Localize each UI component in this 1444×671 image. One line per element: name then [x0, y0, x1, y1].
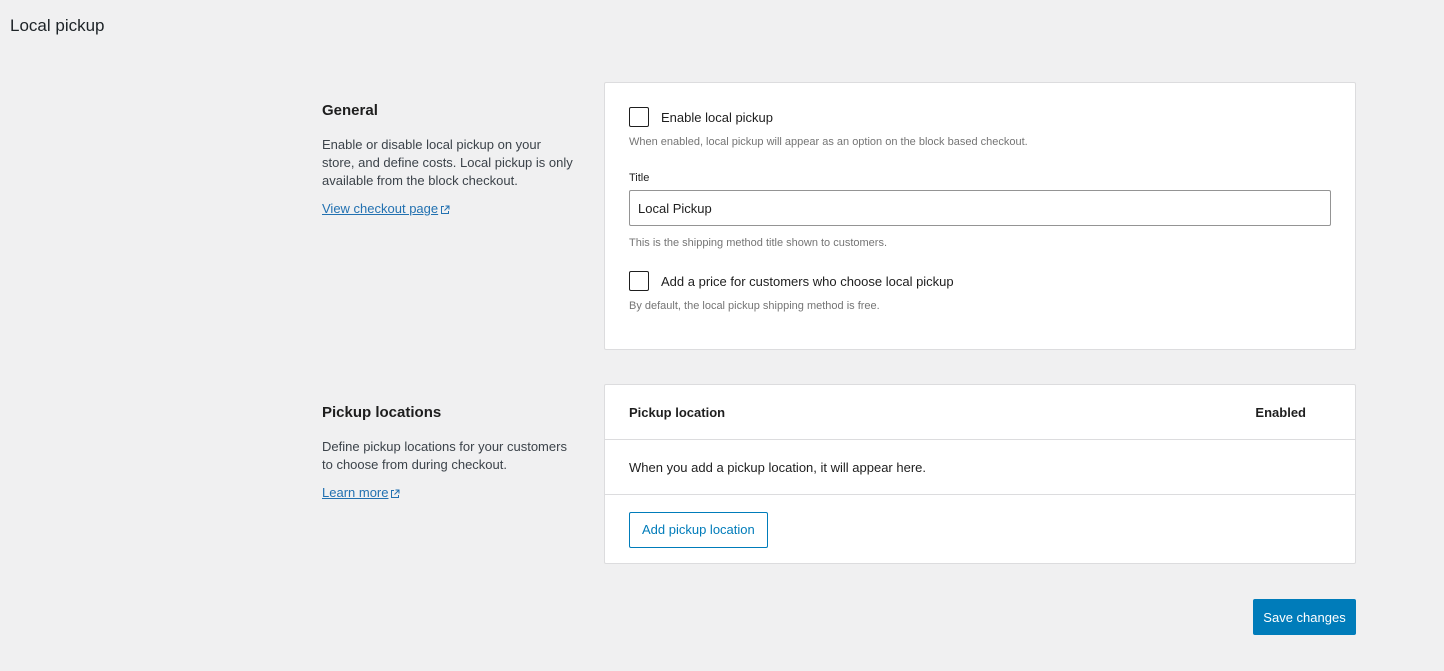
general-description: Enable or disable local pickup on your s…: [322, 137, 573, 188]
title-input[interactable]: [629, 190, 1331, 226]
locations-section-info: Pickup locations Define pickup locations…: [322, 404, 577, 502]
view-checkout-page-label: View checkout page: [322, 201, 439, 216]
add-price-label: Add a price for customers who choose loc…: [661, 273, 954, 289]
column-header-enabled: Enabled: [1255, 404, 1306, 420]
enable-local-pickup-checkbox[interactable]: [629, 107, 649, 127]
enable-local-pickup-help: When enabled, local pickup will appear a…: [629, 136, 1028, 148]
locations-table-header: Pickup location Enabled: [605, 385, 1355, 440]
add-price-checkbox[interactable]: [629, 271, 649, 291]
pickup-locations-card: Pickup location Enabled When you add a p…: [604, 384, 1356, 564]
general-heading: General: [322, 102, 378, 119]
add-price-row: Add a price for customers who choose loc…: [629, 271, 1331, 291]
enable-local-pickup-label: Enable local pickup: [661, 109, 774, 125]
title-help: This is the shipping method title shown …: [629, 237, 888, 249]
add-pickup-location-button[interactable]: Add pickup location: [629, 511, 768, 548]
general-settings-card: Enable local pickup When enabled, local …: [604, 82, 1356, 350]
locations-heading: Pickup locations: [322, 404, 442, 421]
locations-empty-state: When you add a pickup location, it will …: [605, 440, 1355, 495]
locations-description: Define pickup locations for your custome…: [322, 439, 567, 472]
locations-table-footer: Add pickup location: [605, 495, 1355, 564]
learn-more-label: Learn more: [322, 485, 389, 500]
general-section-info: General Enable or disable local pickup o…: [322, 102, 577, 218]
learn-more-link[interactable]: Learn more: [322, 485, 400, 500]
add-price-help: By default, the local pickup shipping me…: [629, 300, 880, 312]
external-link-icon: [441, 205, 450, 214]
view-checkout-page-link[interactable]: View checkout page: [322, 201, 450, 216]
external-link-icon: [391, 489, 400, 498]
column-header-pickup-location: Pickup location: [629, 404, 726, 420]
page-title: Local pickup: [10, 16, 105, 35]
save-changes-button[interactable]: Save changes: [1253, 599, 1356, 635]
title-label: Title: [629, 172, 650, 184]
enable-local-pickup-row: Enable local pickup: [629, 107, 1331, 127]
